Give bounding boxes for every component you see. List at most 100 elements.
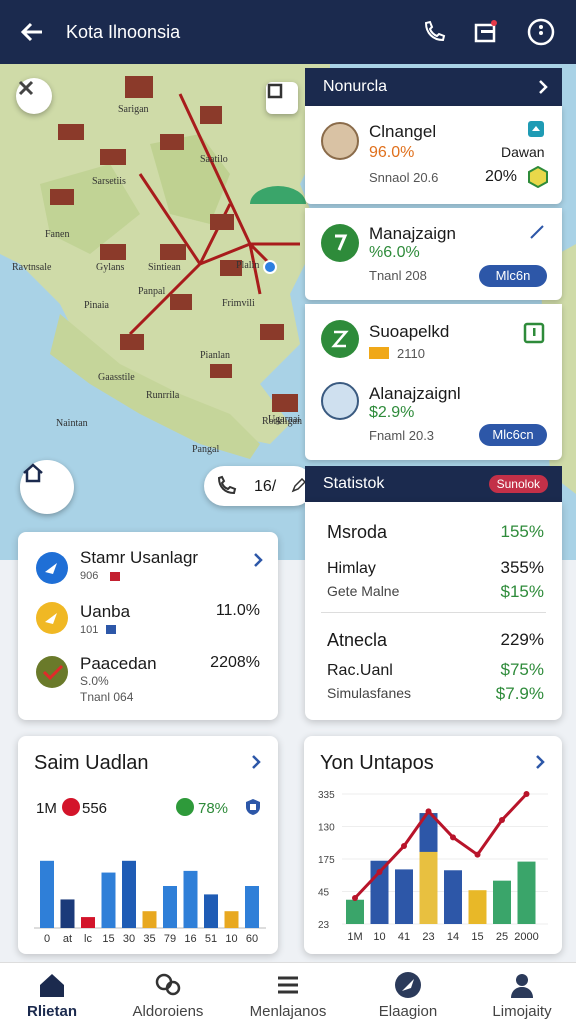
statistics-title: Statistok: [323, 475, 385, 492]
zoom-value: 16/: [254, 478, 277, 495]
y-tick-label: 23: [318, 920, 330, 931]
map-place-label: Saatilo: [200, 154, 228, 165]
avatar: [321, 382, 359, 420]
x-tick-label: at: [63, 933, 72, 945]
list-item-sub: Tnanl 064: [80, 690, 134, 704]
x-tick-label: 15: [471, 931, 483, 943]
stat-label: Atnecla: [327, 630, 388, 650]
phone-icon[interactable]: [420, 18, 448, 46]
nav-item-home[interactable]: Rlietan: [0, 963, 104, 1024]
map-place-label: Pianlan: [200, 350, 230, 361]
color-swatch: [369, 347, 389, 359]
statistics-badge[interactable]: Sunolok: [488, 475, 548, 493]
app-root: Kota Ilnoonsia Sarigan Saatilo Sarsetiis Fa…: [0, 0, 576, 1024]
zoom-control[interactable]: 16/: [204, 466, 314, 506]
bar: [245, 886, 259, 928]
divider: [321, 612, 546, 613]
statistics-header: Statistok Sunolok: [305, 466, 562, 502]
profile-icon: [511, 974, 533, 998]
list-item-value: 2208%: [210, 654, 260, 671]
bar: [81, 917, 95, 928]
line-point: [450, 834, 456, 841]
legend-value: 78%: [198, 800, 229, 817]
card-name: Clnangel: [369, 122, 437, 141]
stat-label: Simulasfanes: [327, 685, 412, 701]
stat-label: Rac.Uanl: [327, 662, 393, 679]
card-name: Manajzaign: [369, 224, 456, 243]
compass-icon: [395, 972, 421, 998]
x-tick-label: 79: [164, 933, 176, 945]
card-right-label: Dawan: [501, 144, 545, 160]
back-arrow-icon[interactable]: [18, 18, 46, 46]
stat-label: Msroda: [327, 522, 388, 542]
bar: [122, 860, 136, 928]
x-tick-label: 2000: [514, 931, 538, 943]
statistics-panel: Msroda 155% Himlay 355% Gete Malne $15% …: [305, 502, 562, 720]
nav-item-navigation[interactable]: Elaagion: [352, 963, 464, 1024]
list-icon: [278, 976, 298, 994]
list-item-name[interactable]: Stamr Usanlagr: [80, 548, 198, 568]
entries-card[interactable]: Suoapelkd 2110 Alanajzaignl $2.9% Fnaml …: [305, 304, 562, 460]
places-list-card: Stamr Usanlagr 906 Uanba 101 11.0% Paace…: [18, 532, 278, 720]
nav-label: Rlietan: [26, 1003, 77, 1020]
line-point: [425, 808, 432, 815]
legend-value: 556: [82, 800, 108, 817]
status-pill[interactable]: Mlc6n: [479, 265, 547, 287]
person-card[interactable]: Clnangel 96.0% Snnaol 20.6 Dawan 20%: [305, 106, 562, 204]
list-item-name[interactable]: Uanba: [80, 602, 130, 622]
stat-value: $15%: [500, 582, 544, 601]
more-options-icon[interactable]: [527, 18, 555, 46]
y-tick-label: 335: [318, 790, 335, 801]
nav-label: Limojaity: [492, 1003, 552, 1020]
map-place-label: Gylans: [96, 262, 125, 273]
list-item-sub: 906: [80, 570, 99, 582]
navigation-icon: [36, 552, 68, 584]
stat-value: 229%: [500, 630, 544, 649]
x-tick-label: 51: [205, 933, 217, 945]
card-pct: $2.9%: [369, 404, 415, 421]
x-tick-label: 10: [225, 933, 237, 945]
chart-title: Yon Untapos: [320, 752, 434, 774]
chevron-right-icon[interactable]: [250, 754, 262, 770]
map-place-label: Fanen: [45, 229, 70, 240]
line-point: [376, 869, 383, 875]
map-place-label: Runrrila: [146, 390, 180, 401]
chevron-right-icon[interactable]: [252, 552, 264, 568]
nav-item-profile[interactable]: Limojaity: [468, 963, 576, 1024]
bar: [101, 872, 116, 928]
bar: [468, 890, 487, 924]
route-card[interactable]: Manajzaign %6.0% Tnanl 208 Mlc6n: [305, 208, 562, 300]
card-sub: Snnaol 20.6: [369, 170, 439, 185]
edit-icon[interactable]: [290, 478, 306, 494]
legend-label: 1M: [36, 800, 57, 817]
close-map-button[interactable]: [16, 78, 52, 114]
nav-item-list[interactable]: Menlajanos: [232, 963, 344, 1024]
bar: [224, 911, 239, 928]
map-place-label: Sarsetiis: [92, 176, 126, 187]
bar: [517, 861, 536, 924]
list-item-name[interactable]: Paacedan: [80, 654, 157, 674]
card-right-pct: 20%: [485, 168, 518, 185]
nav-item-explore[interactable]: Aldoroiens: [112, 963, 224, 1024]
share-icon[interactable]: [472, 18, 500, 46]
bar: [142, 911, 157, 928]
bar: [163, 886, 177, 928]
pencil-icon[interactable]: [529, 224, 545, 240]
stat-label: Himlay: [327, 560, 376, 577]
status-pill[interactable]: Mlc6cn: [479, 424, 547, 446]
x-tick-label: 10: [373, 931, 385, 943]
card-pct: %6.0%: [369, 244, 420, 261]
right-panel-header[interactable]: Nonurcla: [305, 68, 562, 106]
nav-label: Aldoroiens: [132, 1003, 204, 1020]
layers-button[interactable]: [266, 82, 298, 114]
card-pct: 96.0%: [369, 144, 415, 161]
list-item-sub: 101: [80, 624, 99, 636]
chart-title: Saim Uadlan: [34, 752, 149, 774]
line-point: [352, 895, 358, 901]
stat-value: 155%: [500, 522, 544, 541]
chevron-right-icon[interactable]: [534, 754, 546, 770]
check-box-icon[interactable]: [523, 322, 545, 344]
home-button[interactable]: [20, 460, 74, 514]
x-tick-label: 35: [143, 933, 155, 945]
legend-dot-red: [62, 798, 80, 816]
